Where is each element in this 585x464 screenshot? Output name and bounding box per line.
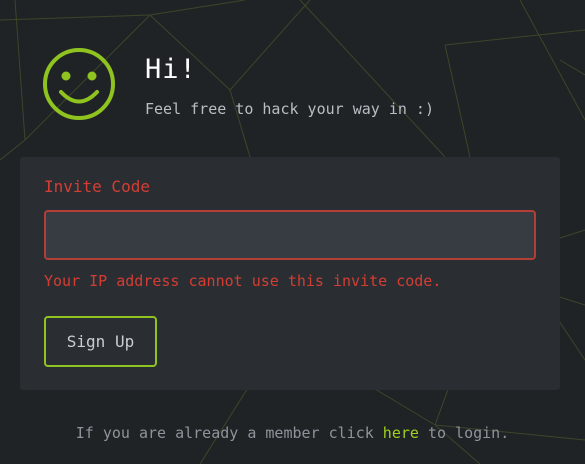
invite-code-label: Invite Code bbox=[44, 177, 150, 196]
invite-code-input[interactable] bbox=[44, 210, 536, 260]
invite-form-card: Invite Code Your IP address cannot use t… bbox=[20, 157, 560, 390]
greeting-subtitle: Feel free to hack your way in :) bbox=[145, 100, 434, 118]
error-message: Your IP address cannot use this invite c… bbox=[44, 272, 442, 290]
page: Hi! Feel free to hack your way in :) Inv… bbox=[0, 0, 585, 464]
smiley-face-icon bbox=[43, 48, 115, 120]
sign-up-button[interactable]: Sign Up bbox=[44, 316, 157, 367]
login-prompt-text-before: If you are already a member click bbox=[75, 424, 383, 442]
login-prompt: If you are already a member click here t… bbox=[0, 424, 585, 442]
login-link[interactable]: here bbox=[383, 424, 419, 442]
greeting-title: Hi! bbox=[145, 54, 197, 85]
login-prompt-text-after: to login. bbox=[418, 424, 510, 442]
